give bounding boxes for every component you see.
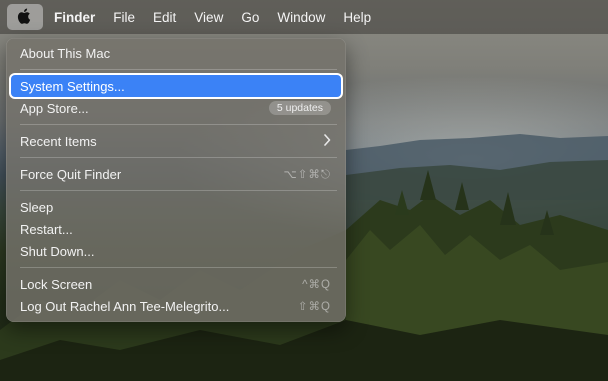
menubar-view[interactable]: View xyxy=(194,10,223,25)
apple-logo-icon xyxy=(17,7,33,28)
menubar-file[interactable]: File xyxy=(113,10,135,25)
menubar-go[interactable]: Go xyxy=(241,10,259,25)
menu-item-recent-items[interactable]: Recent Items xyxy=(11,130,341,152)
keyboard-shortcut: ⌥⇧⌘⎋ xyxy=(283,168,331,181)
menu-item-restart[interactable]: Restart... xyxy=(11,218,341,240)
apple-menu-button[interactable] xyxy=(7,4,43,30)
keyboard-shortcut: ⇧⌘Q xyxy=(297,301,331,313)
menu-item-label: Lock Screen xyxy=(20,276,93,292)
menu-item-label: Shut Down... xyxy=(20,243,95,259)
menubar-finder[interactable]: Finder xyxy=(54,10,95,25)
menu-item-lock-screen[interactable]: Lock Screen ^⌘Q xyxy=(11,273,341,295)
menu-item-log-out[interactable]: Log Out Rachel Ann Tee-Melegrito... ⇧⌘Q xyxy=(11,295,341,317)
menu-item-system-settings[interactable]: System Settings... xyxy=(11,75,341,97)
menu-item-label: Force Quit Finder xyxy=(20,166,122,182)
menu-item-label: App Store... xyxy=(20,100,89,116)
menu-separator xyxy=(20,157,337,158)
updates-badge: 5 updates xyxy=(268,101,331,115)
menubar-edit[interactable]: Edit xyxy=(153,10,176,25)
menu-item-label: Log Out Rachel Ann Tee-Melegrito... xyxy=(20,298,230,314)
menu-item-sleep[interactable]: Sleep xyxy=(11,196,341,218)
menu-item-force-quit[interactable]: Force Quit Finder ⌥⇧⌘⎋ xyxy=(11,163,341,185)
chevron-right-icon xyxy=(323,133,331,149)
apple-menu-dropdown: About This Mac System Settings... App St… xyxy=(6,38,346,322)
menu-separator xyxy=(20,124,337,125)
menu-item-about-this-mac[interactable]: About This Mac xyxy=(11,42,341,64)
menu-item-label: Sleep xyxy=(20,199,54,215)
menu-item-label: System Settings... xyxy=(20,78,125,94)
menu-bar: Finder File Edit View Go Window Help xyxy=(0,0,608,34)
menu-item-shut-down[interactable]: Shut Down... xyxy=(11,240,341,262)
menu-item-app-store[interactable]: App Store... 5 updates xyxy=(11,97,341,119)
menu-item-label: Recent Items xyxy=(20,133,97,149)
menu-item-label: Restart... xyxy=(20,221,73,237)
menu-separator xyxy=(20,190,337,191)
menubar-help[interactable]: Help xyxy=(343,10,371,25)
menu-item-label: About This Mac xyxy=(20,45,111,61)
menubar-window[interactable]: Window xyxy=(277,10,325,25)
keyboard-shortcut: ^⌘Q xyxy=(302,279,331,291)
menu-separator xyxy=(20,69,337,70)
menu-separator xyxy=(20,267,337,268)
